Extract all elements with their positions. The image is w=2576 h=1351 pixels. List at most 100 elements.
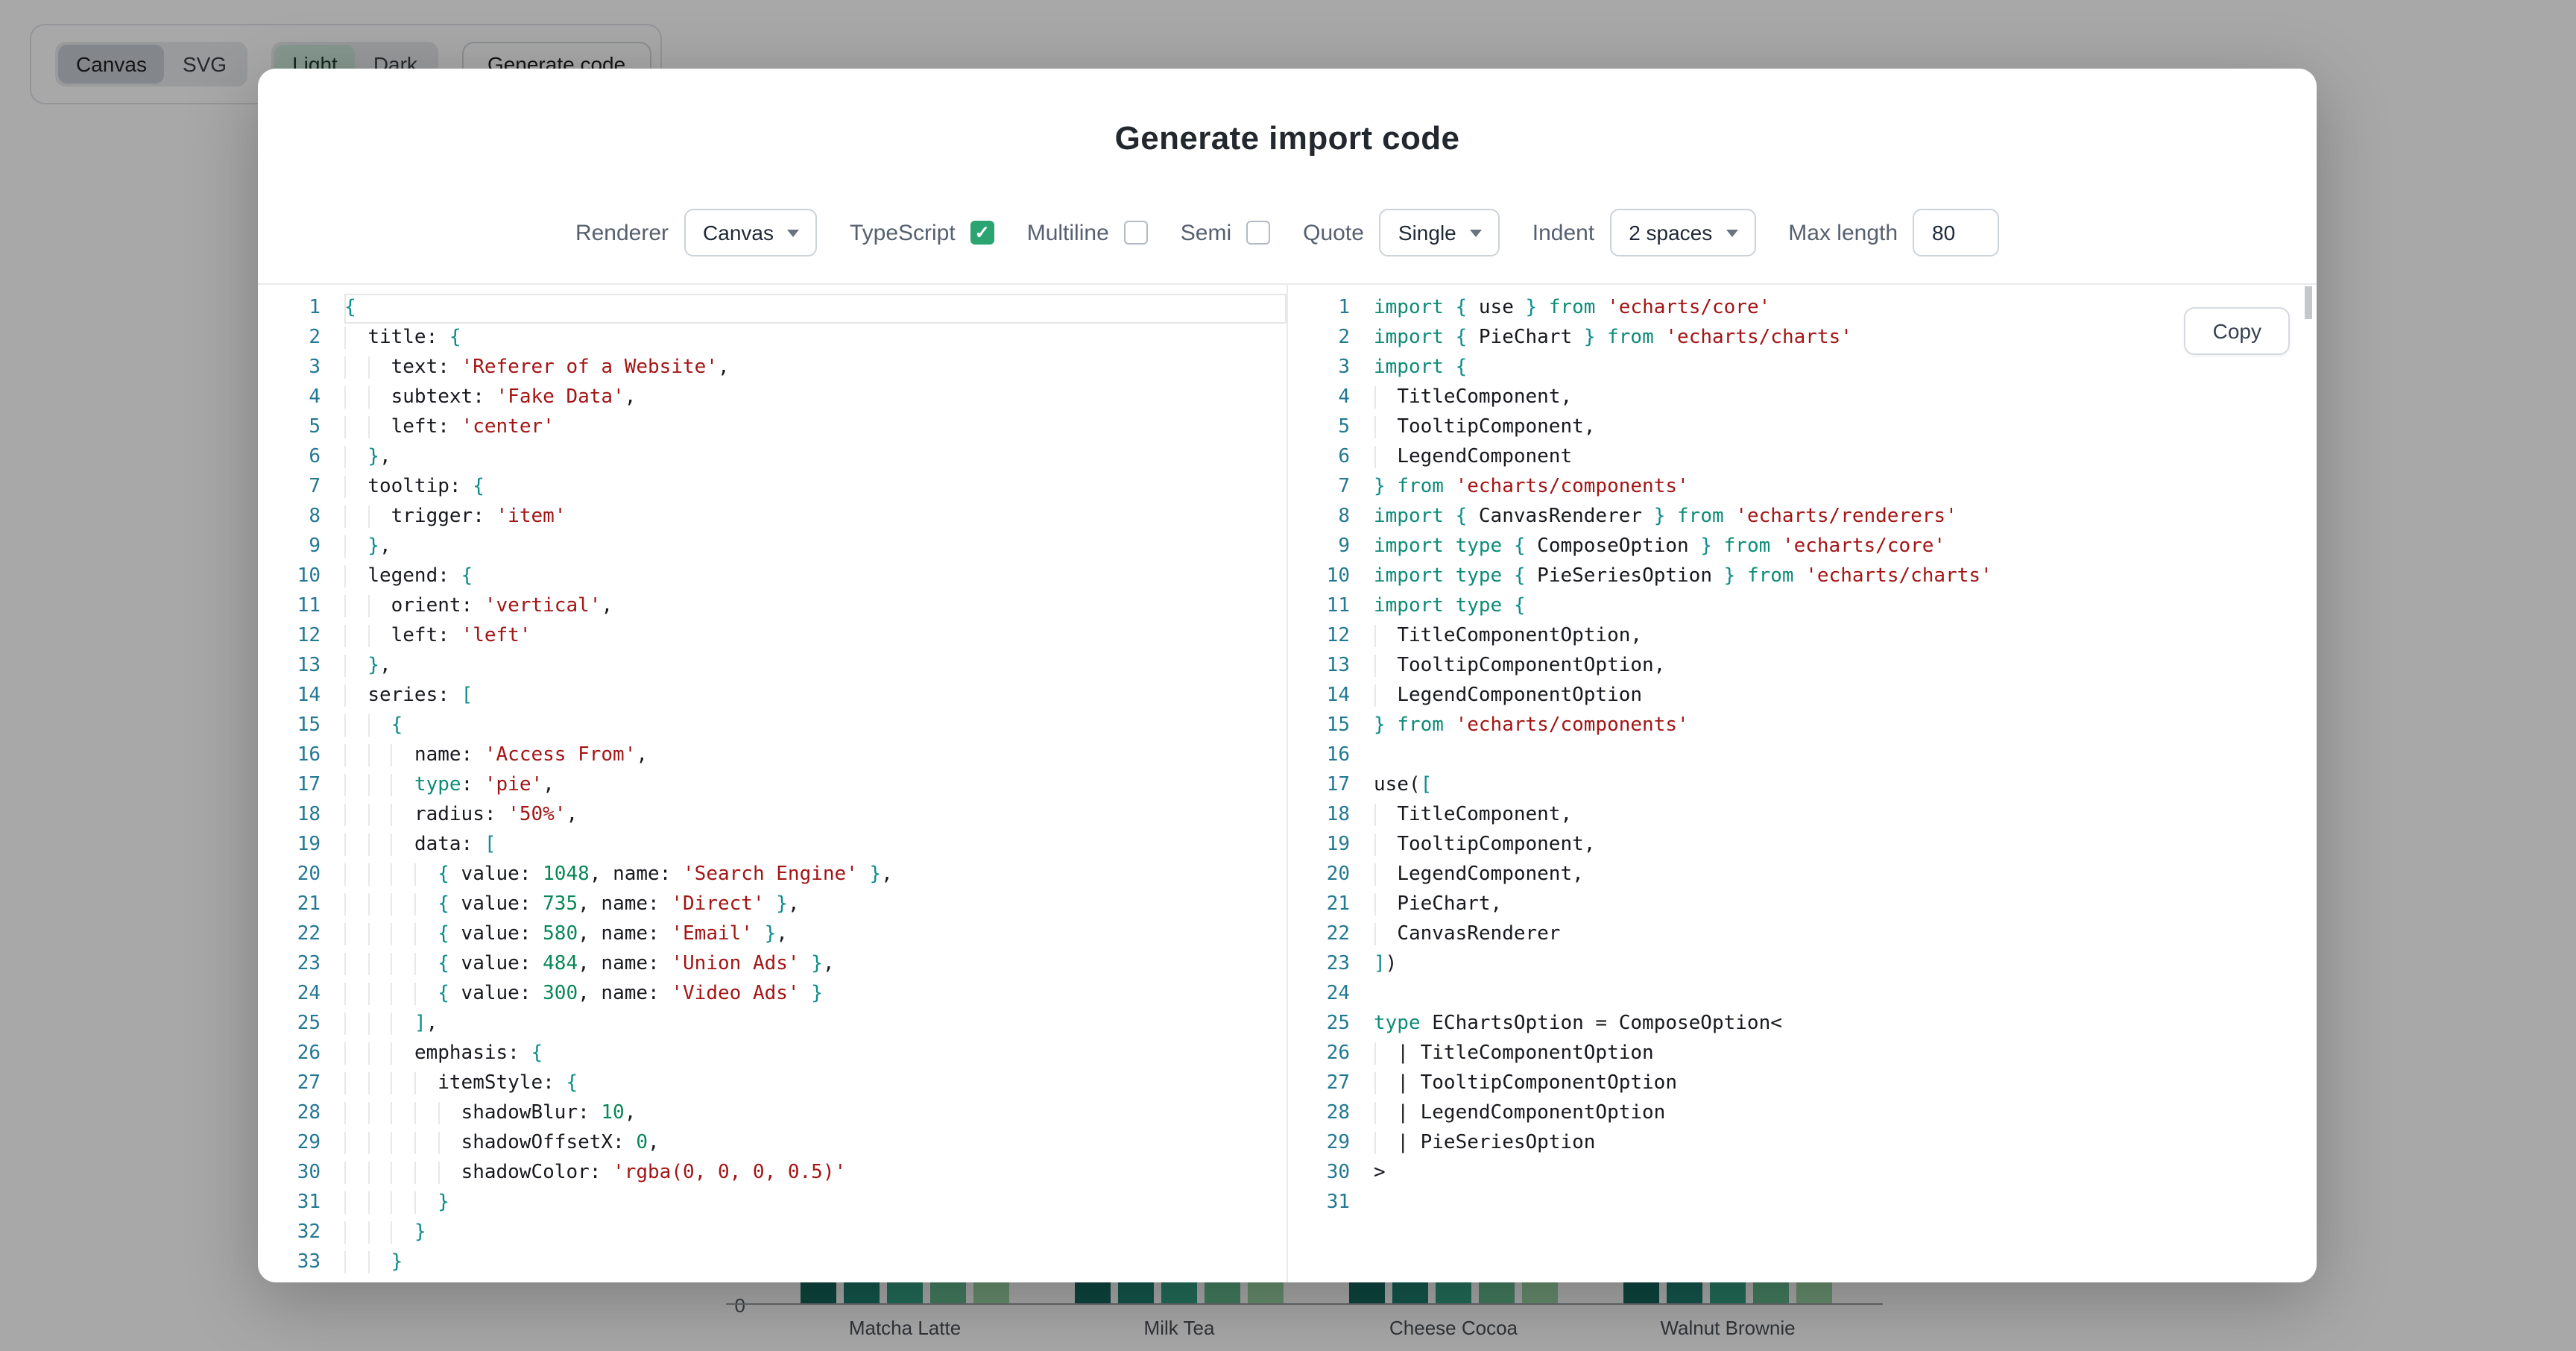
modal-title: Generate import code: [258, 119, 2317, 158]
line-number: 13: [1287, 652, 1350, 681]
line-number: 30: [1287, 1159, 1350, 1188]
typescript-group: TypeScript ✓: [850, 220, 994, 245]
renderer-group: Renderer Canvas: [575, 209, 817, 256]
line-number: 27: [1287, 1069, 1350, 1099]
quote-group: Quote Single: [1303, 209, 1500, 256]
chevron-down-icon: [1470, 229, 1482, 236]
indent-group: Indent 2 spaces: [1532, 209, 1756, 256]
scrollbar-thumb[interactable]: [2305, 286, 2312, 319]
quote-select-value: Single: [1398, 221, 1456, 245]
line-number: 23: [1287, 950, 1350, 980]
code-line: import { PieChart } from 'echarts/charts…: [1374, 324, 2317, 353]
import-code-pane[interactable]: 1234567891011121314151617181920212223242…: [1287, 285, 2317, 1282]
semi-checkbox[interactable]: ✓: [1246, 221, 1270, 245]
indent-select[interactable]: 2 spaces: [1609, 209, 1755, 256]
line-number: 28: [258, 1099, 321, 1129]
code-line: text: 'Referer of a Website',: [344, 353, 1286, 383]
renderer-label: Renderer: [575, 220, 669, 245]
line-number: 9: [1287, 532, 1350, 562]
line-number: 29: [1287, 1129, 1350, 1159]
option-code-content[interactable]: { title: { text: 'Referer of a Website',…: [344, 294, 1286, 1278]
copy-button[interactable]: Copy: [2185, 307, 2290, 355]
line-number: 5: [1287, 413, 1350, 443]
line-number: 31: [258, 1188, 321, 1218]
code-line: ],: [344, 1010, 1286, 1039]
code-line: }: [344, 1248, 1286, 1278]
multiline-label: Multiline: [1027, 220, 1109, 245]
semi-group: Semi ✓: [1181, 220, 1270, 245]
code-line: }: [344, 1218, 1286, 1248]
line-number: 1: [258, 294, 321, 324]
line-number: 23: [258, 950, 321, 980]
line-number: 21: [1287, 890, 1350, 920]
typescript-checkbox[interactable]: ✓: [970, 221, 994, 245]
code-line: [1374, 1188, 2317, 1218]
code-line: trigger: 'item': [344, 503, 1286, 532]
code-line: } from 'echarts/components': [1374, 711, 2317, 741]
chevron-down-icon: [1726, 229, 1737, 236]
check-icon: ✓: [975, 224, 990, 242]
multiline-checkbox[interactable]: ✓: [1124, 221, 1148, 245]
code-line: },: [344, 532, 1286, 562]
code-line: TitleComponent,: [1374, 801, 2317, 831]
line-number: 25: [1287, 1010, 1350, 1039]
code-line: TooltipComponentOption,: [1374, 652, 2317, 681]
line-number: 3: [1287, 353, 1350, 383]
line-number: 26: [258, 1039, 321, 1069]
code-line: type EChartsOption = ComposeOption<: [1374, 1010, 2317, 1039]
code-line: itemStyle: {: [344, 1069, 1286, 1099]
indent-select-value: 2 spaces: [1629, 221, 1712, 245]
code-line: CanvasRenderer: [1374, 920, 2317, 950]
line-number: 26: [1287, 1039, 1350, 1069]
line-number: 16: [1287, 741, 1350, 771]
code-line: LegendComponentOption: [1374, 681, 2317, 711]
line-number: 4: [258, 383, 321, 413]
line-number: 11: [258, 592, 321, 622]
line-number: 15: [1287, 711, 1350, 741]
code-line: name: 'Access From',: [344, 741, 1286, 771]
generate-import-code-modal: Generate import code Renderer Canvas Typ…: [258, 69, 2317, 1282]
line-number: 19: [258, 831, 321, 860]
code-line: LegendComponent: [1374, 443, 2317, 473]
quote-select[interactable]: Single: [1379, 209, 1500, 256]
code-line: | PieSeriesOption: [1374, 1129, 2317, 1159]
option-code-pane[interactable]: 1234567891011121314151617181920212223242…: [258, 285, 1287, 1282]
line-number: 14: [258, 681, 321, 711]
code-line: {: [344, 294, 1286, 324]
semi-label: Semi: [1181, 220, 1231, 245]
import-code-content[interactable]: import { use } from 'echarts/core'import…: [1374, 294, 2317, 1218]
code-line: | LegendComponentOption: [1374, 1099, 2317, 1129]
code-line: type: 'pie',: [344, 771, 1286, 801]
code-line: import type {: [1374, 592, 2317, 622]
line-number: 8: [1287, 503, 1350, 532]
chevron-down-icon: [787, 229, 799, 236]
renderer-select[interactable]: Canvas: [684, 209, 817, 256]
code-line: LegendComponent,: [1374, 860, 2317, 890]
code-line: subtext: 'Fake Data',: [344, 383, 1286, 413]
line-number: 19: [1287, 831, 1350, 860]
code-line: emphasis: {: [344, 1039, 1286, 1069]
line-number: 25: [258, 1010, 321, 1039]
code-line: { value: 735, name: 'Direct' },: [344, 890, 1286, 920]
modal-toolbar: Renderer Canvas TypeScript ✓ Multiline ✓: [258, 209, 2317, 256]
line-number: 14: [1287, 681, 1350, 711]
code-line: data: [: [344, 831, 1286, 860]
indent-label: Indent: [1532, 220, 1594, 245]
code-line: ]): [1374, 950, 2317, 980]
code-line: {: [344, 711, 1286, 741]
code-line: { value: 580, name: 'Email' },: [344, 920, 1286, 950]
code-line: import { use } from 'echarts/core': [1374, 294, 2317, 324]
code-line: left: 'left': [344, 622, 1286, 652]
code-line: shadowOffsetX: 0,: [344, 1129, 1286, 1159]
code-line: TooltipComponent,: [1374, 831, 2317, 860]
line-number: 10: [258, 562, 321, 592]
max-length-input[interactable]: [1913, 209, 1999, 256]
code-line: >: [1374, 1159, 2317, 1188]
line-number: 11: [1287, 592, 1350, 622]
line-number: 16: [258, 741, 321, 771]
code-line: { value: 300, name: 'Video Ads' }: [344, 980, 1286, 1010]
line-number: 2: [258, 324, 321, 353]
code-area: 1234567891011121314151617181920212223242…: [258, 283, 2317, 1282]
code-line: import {: [1374, 353, 2317, 383]
code-line: TitleComponent,: [1374, 383, 2317, 413]
